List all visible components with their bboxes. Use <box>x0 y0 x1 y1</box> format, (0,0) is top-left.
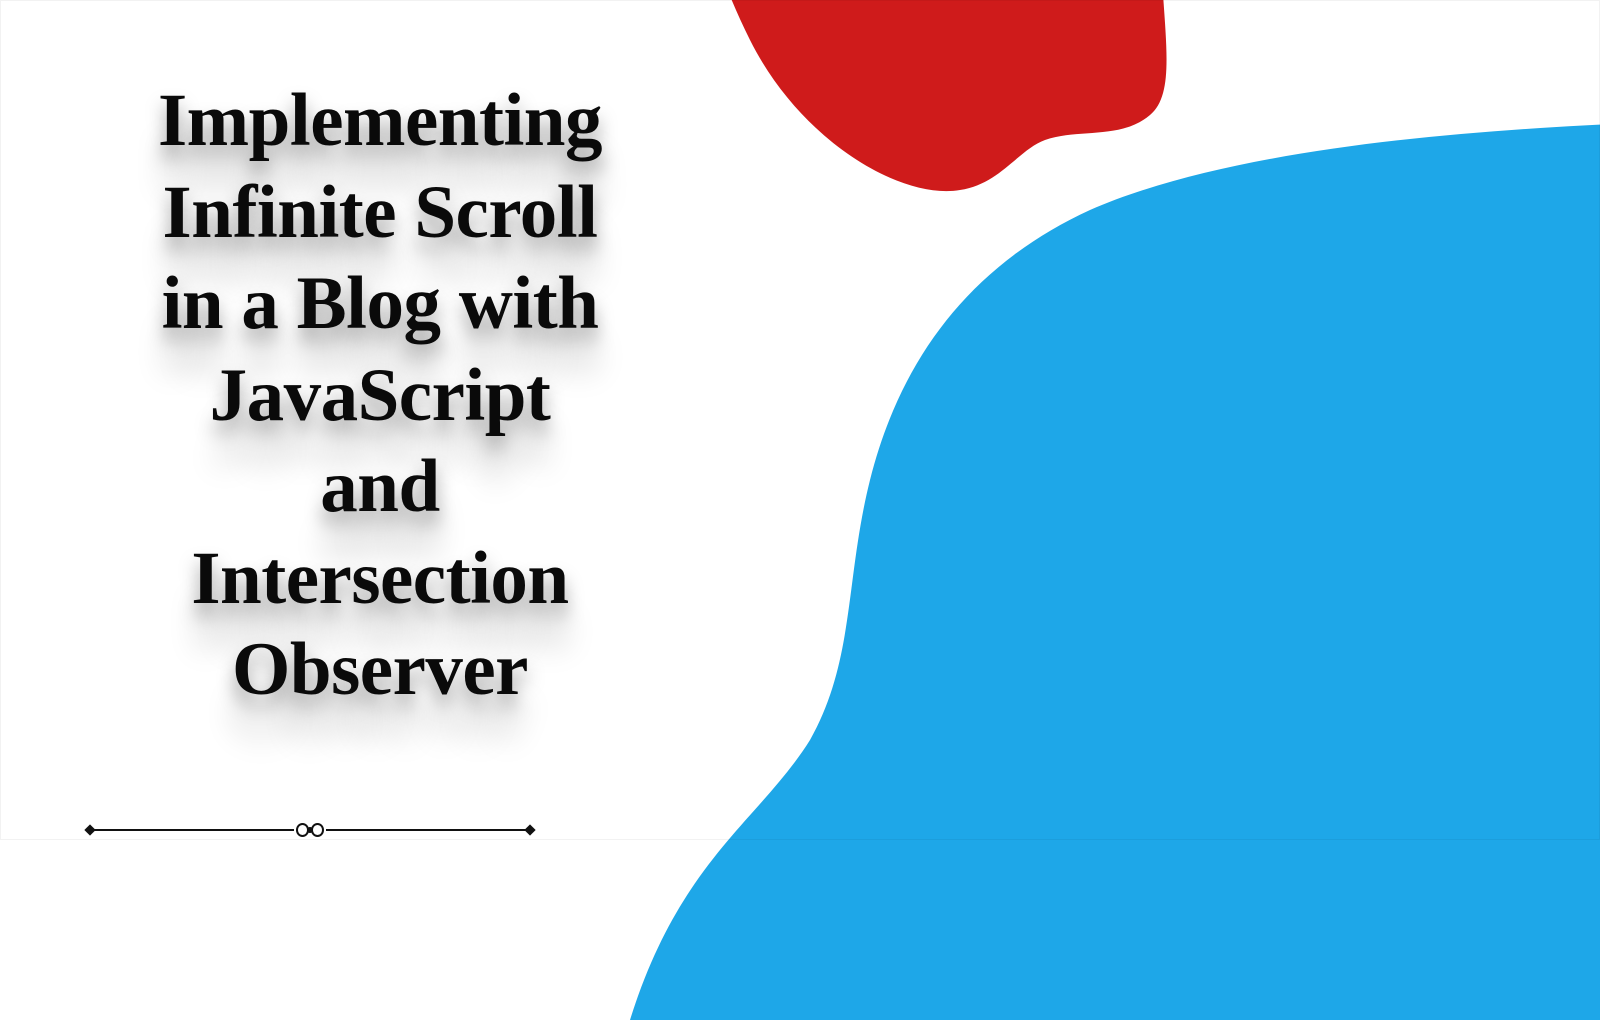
cover-title-text: Implementing Infinite Scroll in a Blog w… <box>100 75 660 716</box>
divider-line-right <box>326 829 530 831</box>
divider-ornament <box>296 823 324 837</box>
divider-line-left <box>90 829 294 831</box>
red-blob-shape <box>650 0 1170 210</box>
cover-canvas: Implementing Infinite Scroll in a Blog w… <box>0 0 1600 840</box>
blue-blob-shape <box>630 120 1600 1020</box>
divider-dot <box>307 827 313 833</box>
cover-title-block: Implementing Infinite Scroll in a Blog w… <box>100 75 660 716</box>
ornamental-divider <box>90 820 530 840</box>
